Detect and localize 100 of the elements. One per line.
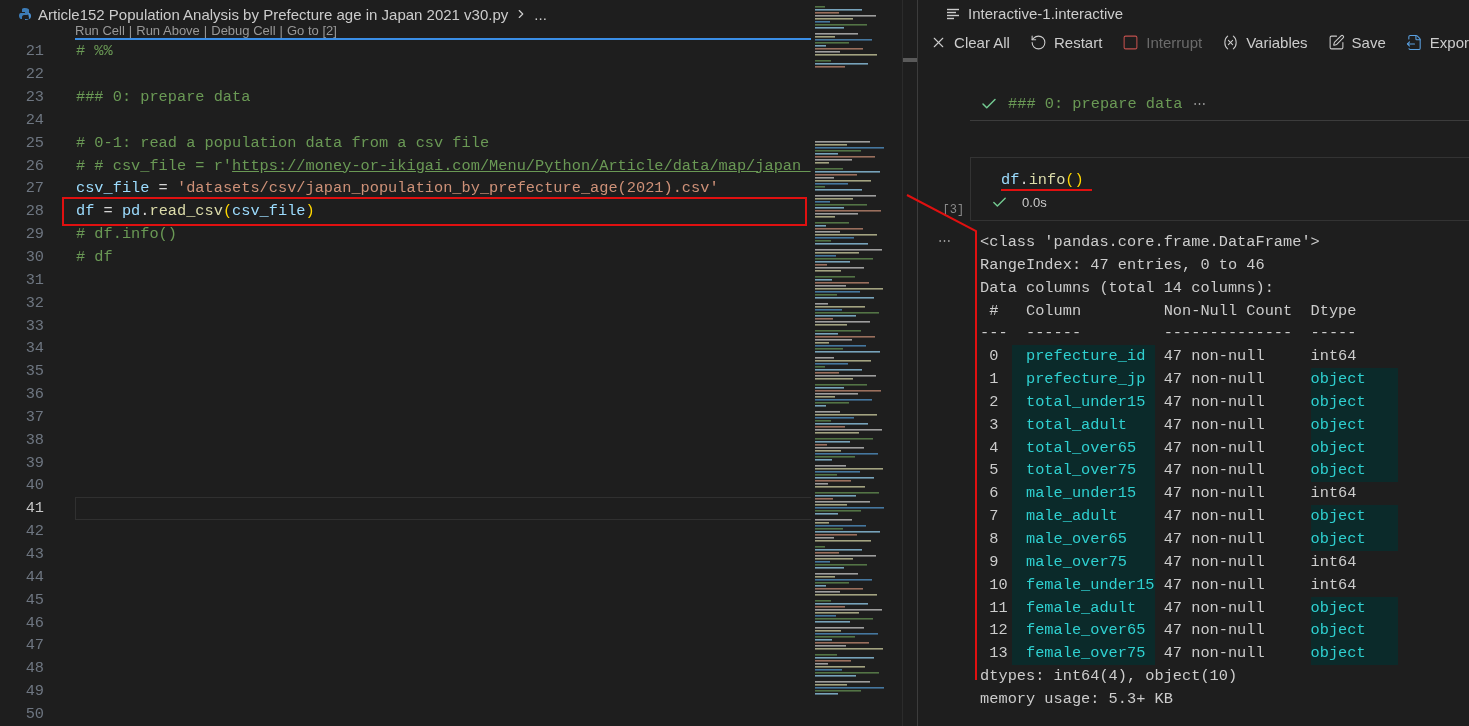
scrollbar-thumb[interactable]	[903, 58, 918, 62]
table-cell-text: 47 non-null	[1163, 346, 1266, 368]
table-cell-text: 47 non-null	[1163, 620, 1266, 642]
code-line: # %%	[76, 42, 113, 61]
line-number: 29	[24, 225, 44, 244]
toolbar-button[interactable]: Save	[1327, 33, 1386, 51]
codelens-separator: |	[128, 23, 133, 38]
table-cell: female_over65	[1012, 619, 1155, 643]
table-cell-text: int64	[1310, 483, 1358, 505]
table-cell: female_adult	[1012, 596, 1155, 620]
code-cell[interactable]: df.info() 0.0s	[970, 157, 1469, 221]
line-number: 48	[24, 659, 44, 678]
toolbar-button[interactable]: Restart	[1029, 33, 1103, 51]
table-cell-text: 47 non-null	[1163, 414, 1266, 436]
table-cell-text: 4	[988, 437, 1000, 459]
line-number: 25	[24, 133, 44, 152]
line-number: 46	[24, 613, 44, 632]
table-cell-text: 8	[988, 528, 1000, 550]
table-cell: object	[1310, 390, 1398, 414]
line-number: 45	[24, 590, 44, 609]
more-button[interactable]: ⋯	[1192, 96, 1206, 111]
table-cell-text: 47 non-null	[1163, 528, 1266, 550]
table-cell-text: 7	[988, 506, 1000, 528]
table-cell: object	[1310, 642, 1398, 666]
table-cell: male_over65	[1012, 527, 1155, 551]
stop-icon	[1122, 33, 1140, 51]
variables-icon	[1222, 33, 1240, 51]
table-cell: object	[1310, 368, 1398, 391]
table-cell: object	[1310, 619, 1398, 643]
line-number: 50	[24, 704, 44, 723]
codelens-link[interactable]: Run Cell	[75, 23, 125, 38]
line-number: 44	[24, 567, 44, 586]
column-header: Dtype	[1310, 300, 1358, 322]
toolbar-button[interactable]: Expor	[1405, 33, 1469, 51]
line-number: 38	[24, 430, 44, 449]
breadcrumb-more[interactable]: ...	[534, 5, 547, 23]
line-number: 40	[24, 476, 44, 495]
output-line: dtypes: int64(4), object(10)	[980, 666, 1239, 688]
table-cell-text: 47 non-null	[1163, 437, 1266, 459]
table-cell-text: 47 non-null	[1163, 506, 1266, 528]
table-cell-text: 12	[988, 620, 1009, 642]
column-header: Column	[1025, 300, 1083, 322]
list-icon	[946, 7, 961, 20]
table-cell-text: 47 non-null	[1163, 597, 1266, 619]
code-line: # 0-1: read a population data from a csv file	[76, 133, 490, 152]
line-number: 31	[24, 270, 44, 289]
table-cell-text: 47 non-null	[1163, 369, 1266, 391]
markdown-text: ### 0: prepare data	[1008, 94, 1183, 113]
table-cell: object	[1310, 596, 1398, 620]
line-number: 34	[24, 339, 44, 358]
line-number: 21	[24, 42, 44, 61]
cell-code: df.info()	[1001, 171, 1092, 191]
table-cell: object	[1310, 459, 1398, 483]
tab-title[interactable]: Interactive-1.interactive	[968, 5, 1124, 22]
toolbar-button[interactable]: Clear All	[930, 33, 1010, 51]
table-cell-text: 3	[988, 414, 1000, 436]
line-number: 27	[24, 179, 44, 198]
table-cell-text: 9	[988, 551, 1000, 573]
python-file-icon	[18, 7, 32, 21]
table-cell: male_under15	[1012, 482, 1155, 506]
line-number: 36	[24, 385, 44, 404]
more-button[interactable]: ⋯	[938, 233, 952, 248]
code-line: csv_file = 'datasets/csv/japan_population_by_prefecture_age(2021).csv'	[76, 179, 719, 198]
table-cell: object	[1310, 436, 1398, 460]
codelens-link[interactable]: Debug Cell	[211, 23, 276, 38]
codelens-link[interactable]: Run Above	[136, 23, 200, 38]
line-number: 28	[24, 202, 44, 221]
table-cell-text: int64	[1310, 346, 1358, 368]
table-cell-text: 47 non-null	[1163, 643, 1266, 665]
code-line: # df	[76, 248, 113, 266]
table-cell: total_adult	[1012, 413, 1155, 437]
table-cell: total_under15	[1012, 390, 1155, 414]
table-cell-text: 47 non-null	[1163, 551, 1266, 573]
table-cell-text: 47 non-null	[1163, 460, 1266, 482]
column-header: Non-Null Count	[1163, 300, 1294, 322]
export-icon	[1405, 33, 1423, 51]
toolbar-button[interactable]: Variables	[1222, 33, 1308, 51]
table-cell: prefecture_id	[1012, 345, 1155, 369]
code-line: # df.info()	[76, 225, 177, 244]
table-cell: female_under15	[1012, 573, 1155, 597]
output-line: Data columns (total 14 columns):	[980, 277, 1275, 299]
pen-icon	[1327, 33, 1345, 51]
table-cell: total_over65	[1012, 436, 1155, 460]
markdown-cell[interactable]: ### 0: prepare data ⋯	[970, 87, 1469, 121]
line-number: 33	[24, 316, 44, 335]
breadcrumb-file[interactable]: Article152 Population Analysis by Prefecture age in Japan 2021 v30.py	[38, 5, 509, 23]
line-number: 43	[24, 545, 44, 563]
header-rule: -----	[1310, 323, 1358, 345]
table-cell-text: 47 non-null	[1163, 574, 1266, 596]
codelens-separator: |	[279, 23, 283, 38]
line-number: 42	[24, 522, 44, 541]
codelens-link[interactable]: Go to [2]	[286, 23, 337, 38]
table-cell-text: int64	[1310, 574, 1358, 596]
output-line: RangeIndex: 47 entries, 0 to 46	[980, 254, 1266, 276]
codelens-separator: |	[203, 23, 208, 38]
execution-count: [3]	[942, 203, 965, 217]
table-cell-text: 11	[988, 597, 1009, 619]
line-number: 35	[24, 362, 44, 381]
table-cell: object	[1310, 413, 1398, 437]
table-cell-text: 2	[988, 391, 1000, 413]
